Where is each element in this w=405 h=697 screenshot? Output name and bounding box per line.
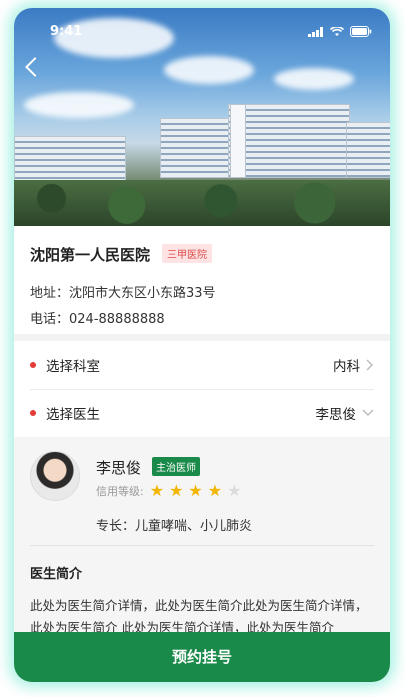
select-doctor-label: 选择医生 bbox=[46, 407, 100, 423]
hospital-info-card: 沈阳第一人民医院 三甲医院 地址：沈阳市大东区小东路33号 电话：024-888… bbox=[14, 226, 390, 334]
star-filled-icon: ★ bbox=[149, 481, 165, 500]
select-department-row[interactable]: 选择科室 内科 bbox=[30, 341, 374, 389]
cloud bbox=[274, 68, 354, 90]
building-left bbox=[14, 136, 126, 182]
book-appointment-button[interactable]: 预约挂号 bbox=[14, 632, 390, 682]
hospital-phone[interactable]: 电话：024-88888888 bbox=[30, 308, 165, 327]
doctor-name: 李思俊 bbox=[96, 459, 142, 477]
hospital-level-badge: 三甲医院 bbox=[162, 244, 212, 263]
wifi-icon bbox=[330, 26, 344, 36]
cloud bbox=[164, 56, 254, 84]
select-department-value: 内科 bbox=[333, 359, 360, 375]
chevron-down-icon bbox=[362, 409, 374, 416]
credit-rating: 信用等级: ★ ★ ★ ★ ★ bbox=[96, 483, 241, 499]
rating-stars: ★ ★ ★ ★ ★ bbox=[150, 483, 242, 499]
star-filled-icon: ★ bbox=[169, 481, 184, 500]
building-center bbox=[160, 118, 232, 178]
building-right bbox=[346, 122, 390, 178]
star-empty-icon: ★ bbox=[227, 481, 242, 500]
divider bbox=[30, 545, 374, 546]
select-doctor-row[interactable]: 选择医生 李思俊 bbox=[30, 389, 374, 437]
battery-icon bbox=[350, 26, 372, 37]
hospital-name: 沈阳第一人民医院 bbox=[30, 246, 151, 264]
star-filled-icon: ★ bbox=[207, 481, 223, 500]
required-dot bbox=[30, 362, 36, 368]
signal-icon bbox=[308, 26, 323, 37]
status-bar: 9:41 bbox=[14, 24, 390, 44]
phone-frame: 9:41 沈阳第一人民医院 三甲医院 地址：沈阳市大东区小东路33号 电话：02… bbox=[14, 8, 390, 682]
doctor-title-badge: 主治医师 bbox=[152, 457, 200, 476]
doctor-specialty: 专长：儿童哮喘、小儿肺炎 bbox=[96, 519, 253, 534]
cloud bbox=[24, 92, 134, 118]
hospital-photo: 9:41 bbox=[14, 8, 390, 226]
trees bbox=[14, 180, 390, 226]
building-main bbox=[228, 104, 350, 178]
credit-label: 信用等级: bbox=[96, 485, 144, 498]
select-department-label: 选择科室 bbox=[46, 359, 100, 375]
selection-card: 选择科室 内科 选择医生 李思俊 bbox=[14, 341, 390, 437]
select-doctor-value: 李思俊 bbox=[315, 407, 357, 423]
building-tower bbox=[230, 104, 246, 178]
chevron-right-icon bbox=[366, 359, 373, 371]
hospital-address: 地址：沈阳市大东区小东路33号 bbox=[30, 286, 216, 301]
doctor-intro-heading: 医生简介 bbox=[30, 567, 83, 582]
status-time: 9:41 bbox=[50, 24, 83, 39]
doctor-avatar bbox=[30, 451, 80, 501]
star-filled-icon: ★ bbox=[188, 481, 203, 500]
required-dot bbox=[30, 410, 36, 416]
back-icon[interactable] bbox=[25, 57, 45, 77]
